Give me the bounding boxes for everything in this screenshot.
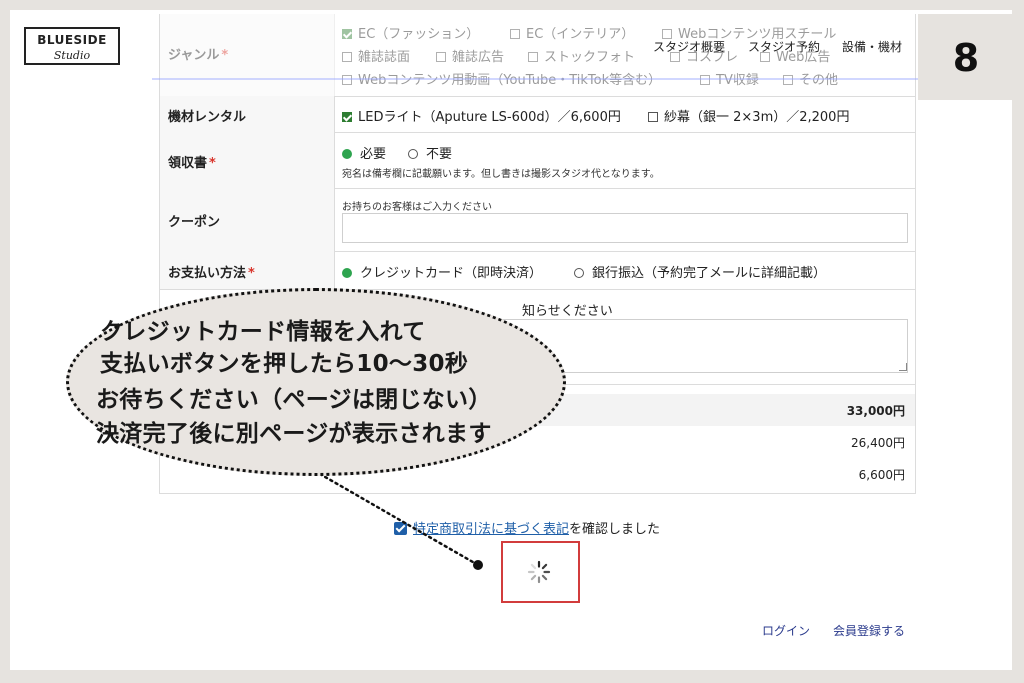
bubble-line-1: クレジットカード情報を入れて — [100, 319, 426, 345]
callout-dotted-line — [318, 472, 480, 567]
bubble-line-4: 決済完了後に別ページが表示されます — [96, 421, 492, 447]
bubble-line-3: お待ちください（ページは閉じない） — [96, 387, 492, 413]
callout-dot — [473, 560, 483, 570]
bubble-line-2: 支払いボタンを押したら10〜30秒 — [100, 351, 469, 377]
